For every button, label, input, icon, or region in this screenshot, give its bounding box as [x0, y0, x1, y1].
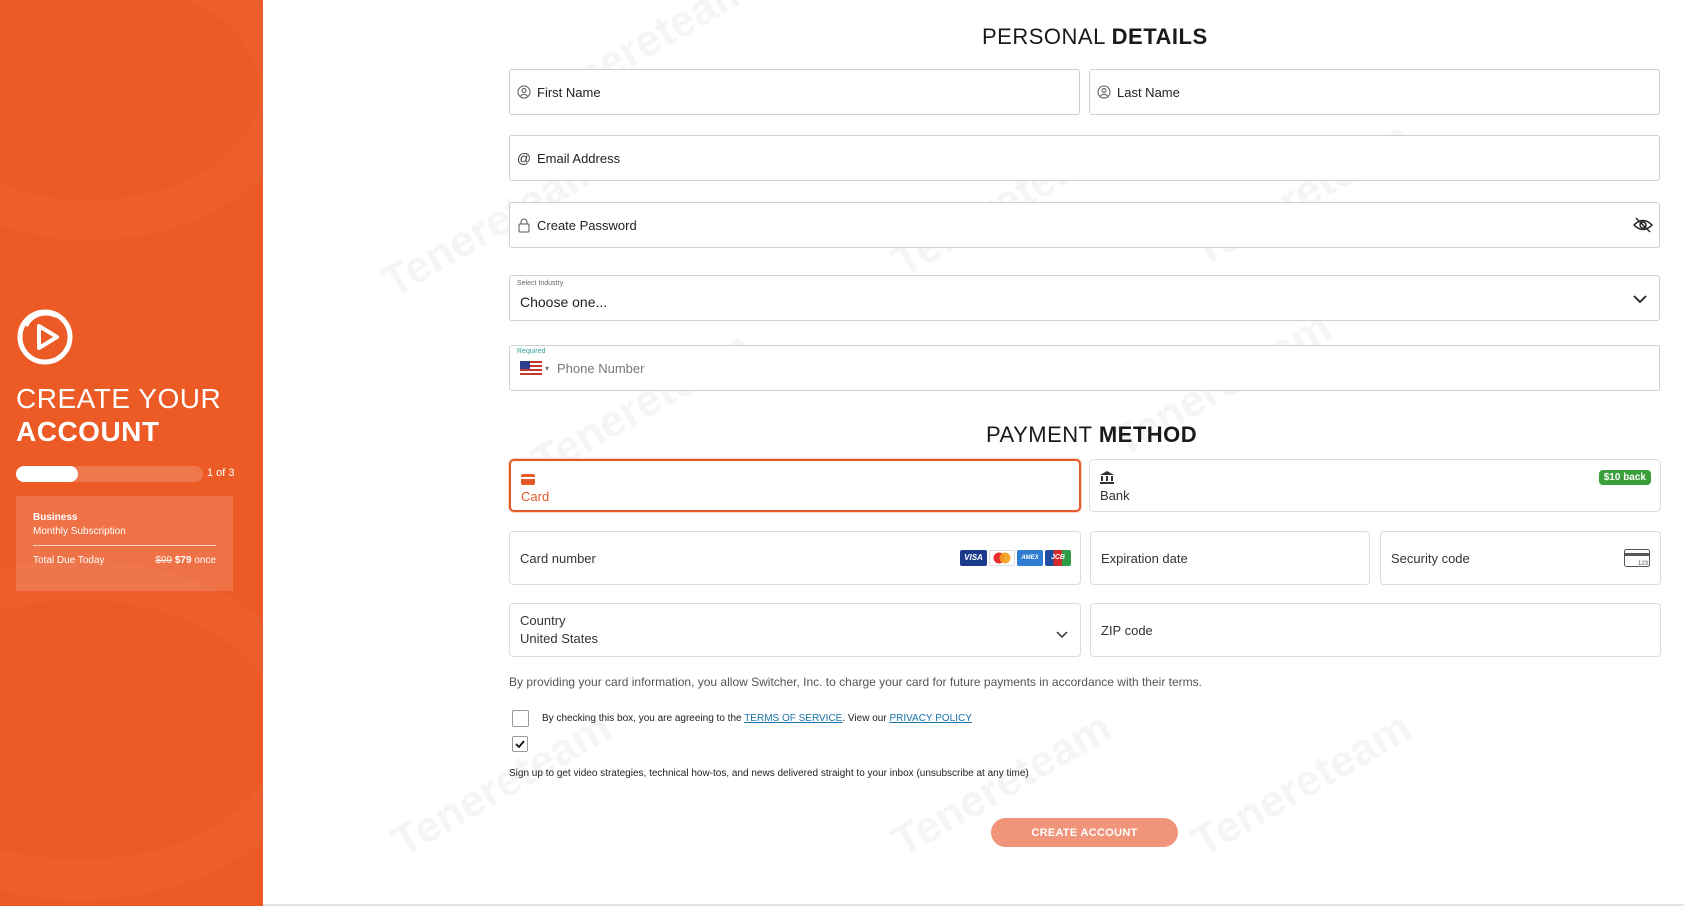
lock-icon — [516, 217, 532, 233]
chevron-down-icon — [1056, 626, 1068, 644]
card-number-field[interactable]: Card number VISA AMEX JCB — [509, 531, 1081, 585]
zip-placeholder: ZIP code — [1101, 623, 1153, 638]
plan-subtitle: Monthly Subscription — [33, 526, 126, 537]
payment-title-light: PAYMENT — [986, 422, 1093, 447]
plan-divider — [33, 545, 216, 546]
amex-icon: AMEX — [1017, 550, 1043, 566]
payment-tab-card[interactable]: Card — [509, 459, 1081, 512]
jcb-icon: JCB — [1045, 550, 1071, 566]
terms-text: By checking this box, you are agreeing t… — [542, 713, 972, 724]
personal-title-bold: DETAILS — [1111, 24, 1208, 49]
email-placeholder: Email Address — [537, 150, 621, 166]
bank-tab-label: Bank — [1100, 488, 1130, 503]
toggle-visibility-icon[interactable] — [1632, 217, 1654, 238]
watermark: Tenereteam — [1183, 702, 1420, 867]
switcher-logo-icon — [17, 309, 73, 365]
personal-title-light: PERSONAL — [982, 24, 1106, 49]
cvc-card-icon: 123 — [1624, 549, 1650, 572]
old-price: $99 — [155, 555, 173, 566]
price-suffix: once — [194, 555, 216, 566]
watermark: Tenereteam — [383, 702, 620, 867]
payment-method-title: PAYMENT METHOD — [986, 422, 1197, 448]
newsletter-text: Sign up to get video strategies, technic… — [509, 768, 1029, 779]
last-name-placeholder: Last Name — [1117, 84, 1180, 100]
create-account-title: CREATE YOUR ACCOUNT — [16, 382, 221, 448]
bank-icon — [1100, 471, 1114, 489]
password-field[interactable]: Create Password — [509, 202, 1660, 248]
last-name-field[interactable]: Last Name — [1089, 69, 1660, 115]
country-select[interactable]: Country United States — [509, 603, 1081, 657]
person-icon — [516, 84, 532, 100]
payment-tab-bank[interactable]: Bank $10 back — [1089, 459, 1661, 512]
security-placeholder: Security code — [1391, 551, 1470, 566]
new-price: $79 — [174, 555, 192, 566]
country-code-selector[interactable]: ▾ — [520, 361, 549, 375]
personal-details-title: PERSONAL DETAILS — [982, 24, 1208, 50]
title-line-1: CREATE YOUR — [16, 383, 222, 414]
phone-field[interactable]: Required ▾ Phone Number — [509, 345, 1660, 391]
plan-summary-card: Business Monthly Subscription Total Due … — [16, 496, 233, 591]
cvc-hint-text: 123 — [1638, 561, 1649, 567]
create-account-button[interactable]: CREATE ACCOUNT — [991, 818, 1178, 847]
industry-value: Choose one... — [520, 294, 608, 310]
checkmark-icon — [515, 740, 525, 748]
newsletter-checkbox[interactable] — [512, 736, 528, 752]
terms-of-service-link[interactable]: TERMS OF SERVICE — [744, 713, 842, 724]
total-price: $99 $79 once — [155, 555, 216, 566]
expiration-date-field[interactable]: Expiration date — [1090, 531, 1370, 585]
sidebar: CREATE YOUR ACCOUNT 1 of 3 Business Mont… — [0, 0, 263, 906]
industry-label: Select Industry — [517, 280, 564, 287]
progress-step-text: 1 of 3 — [207, 467, 235, 479]
terms-prefix: By checking this box, you are agreeing t… — [542, 713, 742, 724]
progress-bar — [16, 466, 203, 482]
at-icon: @ — [516, 150, 532, 166]
plan-name: Business — [33, 512, 78, 523]
card-brands: VISA AMEX JCB — [958, 550, 1071, 566]
decorative-wave — [0, 560, 263, 900]
zip-code-field[interactable]: ZIP code — [1090, 603, 1661, 657]
security-code-field[interactable]: Security code 123 — [1380, 531, 1661, 585]
first-name-field[interactable]: First Name — [509, 69, 1080, 115]
mastercard-icon — [989, 550, 1015, 566]
total-label: Total Due Today — [33, 555, 105, 566]
card-number-placeholder: Card number — [520, 551, 596, 566]
phone-placeholder: Phone Number — [557, 360, 645, 376]
payment-title-bold: METHOD — [1098, 422, 1198, 447]
terms-middle: . View our — [842, 713, 887, 724]
progress-fill — [16, 466, 78, 482]
decorative-wave — [0, 0, 263, 240]
privacy-policy-link[interactable]: PRIVACY POLICY — [889, 713, 971, 724]
visa-icon: VISA — [960, 550, 987, 566]
first-name-placeholder: First Name — [537, 84, 601, 100]
industry-select[interactable]: Select Industry Choose one... — [509, 275, 1660, 321]
title-line-2: ACCOUNT — [16, 416, 160, 447]
country-value: United States — [520, 631, 599, 646]
us-flag-icon — [520, 361, 542, 375]
terms-checkbox[interactable] — [512, 710, 529, 727]
country-code-caret-icon: ▾ — [545, 363, 550, 373]
signup-page: CREATE YOUR ACCOUNT 1 of 3 Business Mont… — [0, 0, 1684, 906]
card-tab-label: Card — [521, 489, 550, 504]
cashback-badge: $10 back — [1598, 470, 1651, 485]
payment-disclaimer: By providing your card information, you … — [509, 675, 1202, 689]
plan-total-row: Total Due Today $99 $79 once — [33, 555, 216, 566]
person-icon — [1096, 84, 1112, 100]
password-placeholder: Create Password — [537, 217, 637, 233]
chevron-down-icon — [1633, 291, 1647, 309]
card-icon — [521, 472, 535, 490]
email-field[interactable]: @ Email Address — [509, 135, 1660, 181]
expiration-placeholder: Expiration date — [1101, 551, 1188, 566]
phone-required-label: Required — [517, 348, 546, 355]
country-label: Country — [520, 613, 566, 628]
